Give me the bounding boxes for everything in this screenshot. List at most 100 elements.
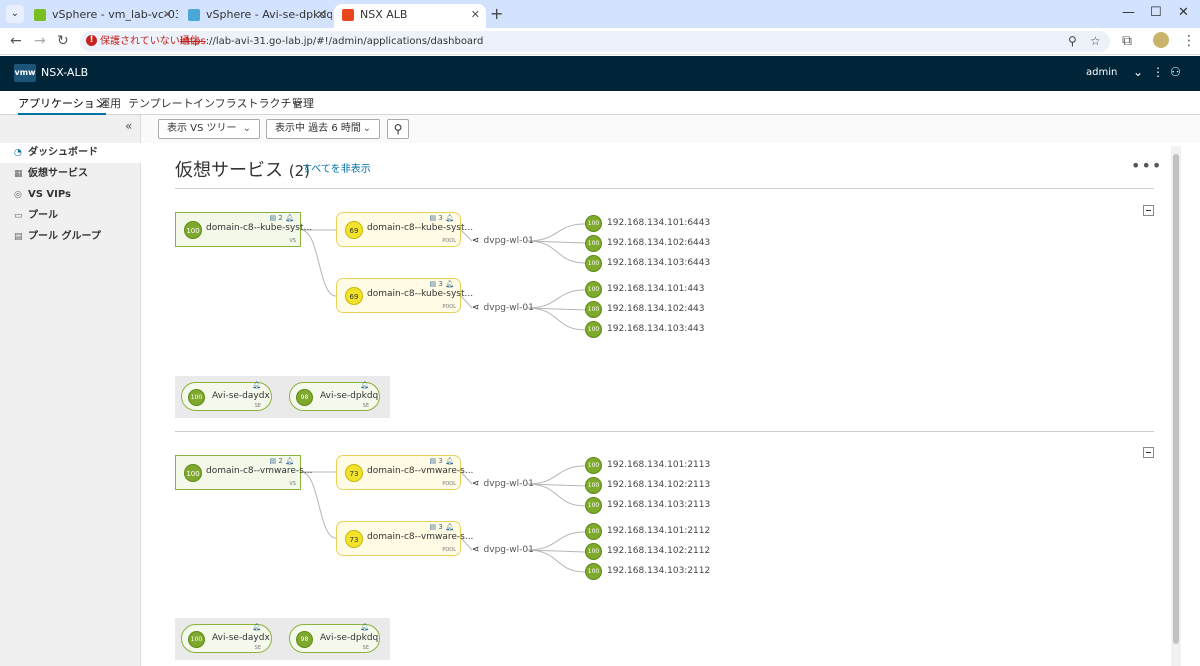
close-tab-icon[interactable]: ✕ <box>317 4 326 26</box>
pool-member[interactable]: 100 192.168.134.103:2113 <box>585 497 710 515</box>
pool-member[interactable]: 100 192.168.134.102:6443 <box>585 235 710 253</box>
page-title-text: 仮想サービス <box>175 160 283 181</box>
back-arrow-icon[interactable]: ← <box>10 33 22 49</box>
network-name: dvpg-wl-01 <box>483 303 534 313</box>
hide-all-link[interactable]: すべてを非表示 <box>302 160 371 175</box>
url-text[interactable]: https://lab-avi-31.go-lab.jp/#!/admin/ap… <box>180 34 483 49</box>
network-name: dvpg-wl-01 <box>483 545 534 555</box>
extensions-icon[interactable]: ⧉ <box>1122 33 1132 49</box>
pool-member[interactable]: 100 192.168.134.103:6443 <box>585 255 710 273</box>
vertical-scrollbar[interactable] <box>1171 146 1181 666</box>
member-ip: 192.168.134.103:443 <box>607 324 705 334</box>
pool-member[interactable]: 100 192.168.134.102:443 <box>585 301 705 319</box>
url-path: ://lab-avi-31.go-lab.jp/#!/admin/applica… <box>205 36 484 47</box>
node-type: POOL <box>442 238 456 244</box>
server-icon: ▤ <box>429 523 437 531</box>
url-omnibox[interactable]: 保護されていない通信 https://lab-avi-31.go-lab.jp/… <box>80 31 1110 52</box>
member-ip: 192.168.134.101:2112 <box>607 526 711 536</box>
more-options-icon[interactable]: ••• <box>1131 156 1162 175</box>
forward-arrow-icon[interactable]: → <box>34 33 46 49</box>
sidebar-item-dashboard[interactable]: ◔ ダッシュボード <box>0 143 141 163</box>
collapse-tree-button[interactable] <box>1143 205 1154 216</box>
member-ip: 192.168.134.102:2112 <box>607 546 711 556</box>
disk-icon: ▭ <box>14 211 23 221</box>
nav-tab-infrastructure[interactable]: インフラストラクチャ <box>193 95 302 115</box>
service-engine-node[interactable]: 98 Avi-se-dpkdq 🔔︎ SE <box>289 381 380 411</box>
pool-member[interactable]: 100 192.168.134.101:6443 <box>585 215 710 233</box>
health-score: 100 <box>184 221 202 239</box>
profile-avatar-icon[interactable] <box>1153 32 1169 48</box>
pool-member[interactable]: 100 192.168.134.102:2112 <box>585 543 710 561</box>
pool-node[interactable]: 73 domain-c8--vmware-s... ▤ 3 🔔︎ POOL <box>336 521 473 556</box>
network-node[interactable]: ⋖ dvpg-wl-01 <box>472 479 534 489</box>
pool-node[interactable]: 69 domain-c8--kube-syst... ▤ 3 🔔︎ POOL <box>336 212 473 247</box>
pool-name: domain-c8--kube-syst... <box>367 289 474 299</box>
network-node[interactable]: ⋖ dvpg-wl-01 <box>472 545 534 555</box>
pool-member[interactable]: 100 192.168.134.101:443 <box>585 281 705 299</box>
view-select[interactable]: 表示 VS ツリー ⌄ <box>158 119 260 139</box>
nav-tab-administration[interactable]: 管理 <box>292 95 314 115</box>
browser-tab-vsphere-vc[interactable]: vSphere - vm_lab-vc-03 - 仮想 ✕ <box>26 4 178 28</box>
health-score: 69 <box>345 221 363 239</box>
health-score: 100 <box>184 464 202 482</box>
health-score: 98 <box>296 389 313 406</box>
chevron-down-icon[interactable]: ⌄ <box>1133 65 1143 79</box>
pool-member[interactable]: 100 192.168.134.103:2112 <box>585 563 710 581</box>
se-name: Avi-se-daydx <box>212 633 270 643</box>
health-score: 100 <box>585 523 602 540</box>
sidebar-item-pool-groups[interactable]: ▤ プール グループ <box>0 227 141 247</box>
pool-member[interactable]: 100 192.168.134.103:443 <box>585 321 705 339</box>
nav-tab-templates[interactable]: テンプレート <box>128 95 194 115</box>
user-icon[interactable]: ⚇ <box>1170 65 1181 79</box>
zoom-icon[interactable]: ⚲ <box>1068 34 1077 48</box>
sidebar-item-pools[interactable]: ▭ プール <box>0 206 141 226</box>
close-tab-icon[interactable]: ✕ <box>471 4 480 26</box>
pool-member[interactable]: 100 192.168.134.102:2113 <box>585 477 710 495</box>
bookmark-star-icon[interactable]: ☆ <box>1090 34 1101 48</box>
new-tab-icon[interactable]: + <box>490 4 503 23</box>
user-menu[interactable]: admin <box>1086 67 1117 78</box>
share-icon: ⋖ <box>472 479 480 489</box>
network-node[interactable]: ⋖ dvpg-wl-01 <box>472 303 534 313</box>
browser-tab-nsx-alb[interactable]: NSX ALB ✕ <box>334 4 486 28</box>
pool-node[interactable]: 69 domain-c8--kube-syst... ▤ 3 🔔︎ POOL <box>336 278 473 313</box>
member-ip: 192.168.134.103:2112 <box>607 566 711 576</box>
browser-tab-vsphere-se[interactable]: vSphere - Avi-se-dpkdq - サマリ ✕ <box>180 4 332 28</box>
browser-menu-icon[interactable]: ⋮ <box>1182 33 1196 49</box>
network-node[interactable]: ⋖ dvpg-wl-01 <box>472 236 534 246</box>
sidebar-item-virtual-services[interactable]: ▦ 仮想サービス <box>0 164 141 184</box>
bell-icon: 🔔︎ <box>285 457 294 465</box>
virtual-service-node[interactable]: 100 domain-c8--vmware-s... ▤ 2 🔔︎ VS <box>175 455 312 490</box>
service-engine-node[interactable]: 100 Avi-se-daydx 🔔︎ SE <box>181 623 272 653</box>
sidebar-item-label: プール グループ <box>28 231 101 242</box>
scrollbar-thumb[interactable] <box>1173 154 1179 644</box>
bell-icon: 🔔︎ <box>252 381 261 389</box>
minimize-window-icon[interactable]: — <box>1122 5 1135 20</box>
health-score: 100 <box>188 631 205 648</box>
close-tab-icon[interactable]: ✕ <box>163 4 172 26</box>
tab-search-chevron-icon[interactable]: ⌄ <box>6 5 24 23</box>
virtual-service-node[interactable]: 100 domain-c8--kube-syst... ▤ 2 🔔︎ VS <box>175 212 312 247</box>
node-type: POOL <box>442 547 456 553</box>
dashboard-icon: ◔ <box>14 148 22 158</box>
pool-node[interactable]: 73 domain-c8--vmware-s... ▤ 3 🔔︎ POOL <box>336 455 473 490</box>
close-window-icon[interactable]: ✕ <box>1178 5 1189 20</box>
service-engine-node[interactable]: 100 Avi-se-daydx 🔔︎ SE <box>181 381 272 411</box>
pool-member[interactable]: 100 192.168.134.101:2112 <box>585 523 710 541</box>
pin-icon: ◎ <box>14 190 22 200</box>
health-score: 73 <box>345 464 363 482</box>
service-engine-group: 100 Avi-se-daydx 🔔︎ SE 98 Avi-se-dpkdq 🔔… <box>175 376 390 418</box>
reload-icon[interactable]: ↻ <box>57 33 69 49</box>
nav-tab-applications[interactable]: アプリケーション <box>18 95 106 115</box>
time-range-select[interactable]: 表示中 過去 6 時間 ⌄ <box>266 119 380 139</box>
pool-member[interactable]: 100 192.168.134.101:2113 <box>585 457 710 475</box>
member-ip: 192.168.134.102:2113 <box>607 480 711 490</box>
more-vertical-icon[interactable]: ⋮ <box>1152 65 1164 79</box>
service-engine-node[interactable]: 98 Avi-se-dpkdq 🔔︎ SE <box>289 623 380 653</box>
collapse-tree-button[interactable] <box>1143 447 1154 458</box>
nav-tab-operations[interactable]: 運用 <box>99 95 121 115</box>
collapse-sidebar-icon[interactable]: « <box>125 119 132 133</box>
sidebar-item-vs-vips[interactable]: ◎ VS VIPs <box>0 185 141 205</box>
search-button[interactable]: ⚲ <box>387 119 409 139</box>
maximize-window-icon[interactable]: ☐ <box>1150 5 1162 20</box>
